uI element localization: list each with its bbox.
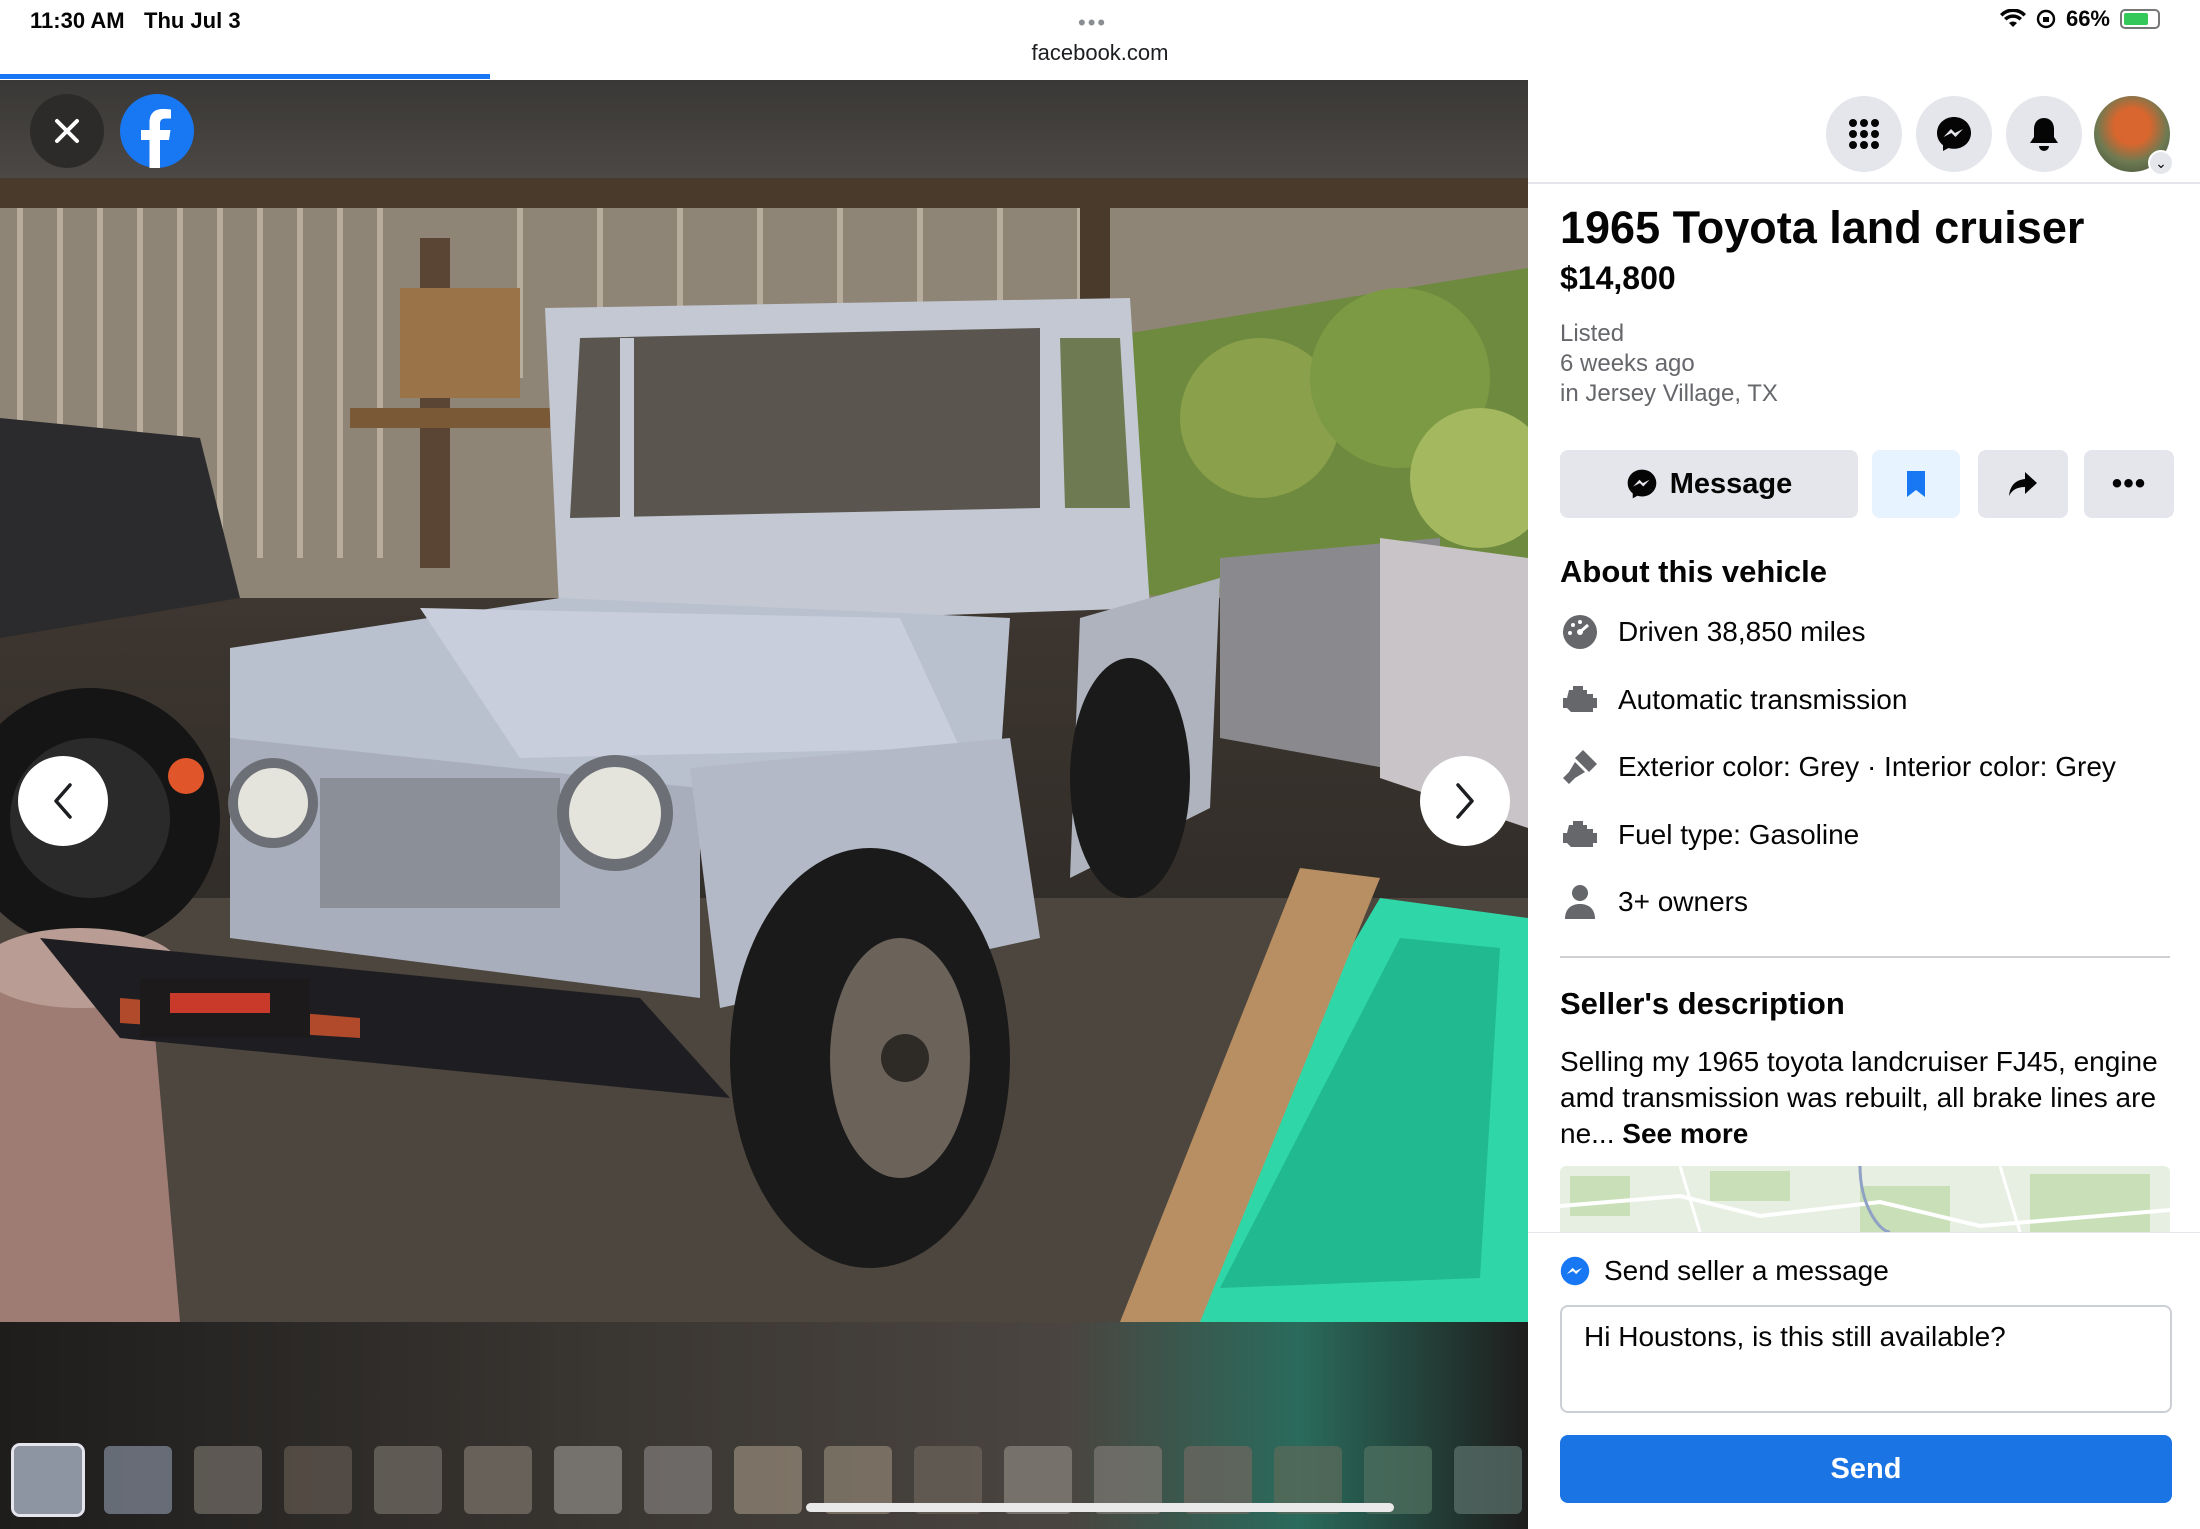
seller-description-heading: Seller's description (1560, 986, 1845, 1021)
page-load-progress (0, 74, 490, 79)
share-icon (2009, 472, 2037, 496)
chevron-right-icon (1456, 783, 1474, 819)
photo-thumbnail[interactable] (284, 1446, 352, 1514)
next-photo-button[interactable] (1420, 756, 1510, 846)
listing-actions: Message ••• (1560, 450, 2174, 518)
vehicle-photo-illustration (0, 178, 1528, 1322)
engine-icon (1560, 815, 1600, 855)
person-icon (1560, 882, 1600, 922)
more-options-button[interactable]: ••• (2084, 450, 2174, 518)
listing-photo (0, 178, 1528, 1322)
messenger-icon (1560, 1256, 1590, 1286)
photo-thumbnail[interactable] (374, 1446, 442, 1514)
share-button[interactable] (1978, 450, 2068, 518)
grid-icon (1849, 119, 1879, 149)
detail-fuel: Fuel type: Gasoline (1560, 815, 1859, 855)
listing-price: $14,800 (1560, 260, 1676, 296)
location-map[interactable] (1560, 1166, 2170, 1232)
speedometer-icon (1560, 612, 1600, 652)
message-button[interactable]: Message (1560, 450, 1858, 518)
more-icon: ••• (2111, 467, 2147, 500)
photo-thumbnail[interactable] (734, 1446, 802, 1514)
section-divider (1560, 956, 2170, 958)
address-bar-url[interactable]: facebook.com (0, 40, 2200, 66)
photo-thumbnail[interactable] (644, 1446, 712, 1514)
map-illustration (1560, 1166, 2170, 1232)
detail-transmission: Automatic transmission (1560, 680, 1907, 720)
wifi-icon (1999, 9, 2026, 27)
about-vehicle-heading: About this vehicle (1560, 554, 1827, 589)
message-button-label: Message (1669, 467, 1793, 500)
status-bar: 11:30 AM Thu Jul 3 ••• facebook.com 66% (0, 0, 2200, 80)
send-button[interactable]: Send (1560, 1435, 2172, 1503)
messenger-icon (1627, 469, 1657, 499)
send-seller-label: Send seller a message (1560, 1255, 1889, 1287)
status-indicators: 66% (1999, 6, 2160, 32)
listing-title: 1965 Toyota land cruiser (1560, 202, 2085, 253)
chevron-down-icon[interactable]: ⌄ (2148, 150, 2174, 176)
viewer-top-bar (0, 80, 1528, 178)
battery-percent: 66% (2065, 6, 2110, 31)
status-time: 11:30 AM (30, 8, 125, 33)
listing-panel: ⌄ 1965 Toyota land cruiser $14,800 Liste… (1528, 80, 2200, 1529)
messenger-button[interactable] (1916, 96, 1992, 172)
photo-viewer (0, 80, 1528, 1529)
notifications-button[interactable] (2006, 96, 2082, 172)
engine-icon (1560, 680, 1600, 720)
battery-icon (2120, 9, 2160, 29)
top-navigation: ⌄ (1528, 80, 2200, 184)
see-more-link[interactable]: See more (1622, 1118, 1748, 1149)
send-seller-text: Send seller a message (1604, 1255, 1889, 1286)
close-viewer-button[interactable] (30, 94, 104, 168)
photo-thumbnail[interactable] (464, 1446, 532, 1514)
photo-thumbnail[interactable] (104, 1446, 172, 1514)
photo-thumbnail[interactable] (194, 1446, 262, 1514)
messenger-icon (1937, 117, 1971, 151)
status-date: Thu Jul 3 (144, 8, 241, 33)
detail-color: Exterior color: Grey · Interior color: G… (1560, 747, 2116, 787)
listed-label: Listed (1560, 320, 1625, 347)
seller-description: Selling my 1965 toyota landcruiser FJ45,… (1560, 1044, 2175, 1152)
menu-grid-button[interactable] (1826, 96, 1902, 172)
detail-text: 3+ owners (1618, 886, 1748, 917)
profile-avatar[interactable]: ⌄ (2094, 96, 2174, 176)
detail-text: Automatic transmission (1618, 684, 1908, 715)
previous-photo-button[interactable] (18, 756, 108, 846)
save-button[interactable] (1872, 450, 1960, 518)
bookmark-icon (1907, 471, 1925, 497)
photo-thumbnail[interactable] (1454, 1446, 1522, 1514)
listed-time: 6 weeks ago (1560, 350, 1695, 377)
detail-owners: 3+ owners (1560, 882, 1748, 922)
facebook-logo-icon (141, 109, 171, 168)
detail-text: Fuel type: Gasoline (1618, 819, 1860, 850)
photo-thumbnail[interactable] (11, 1443, 85, 1517)
detail-text: Driven 38,850 miles (1618, 616, 1866, 647)
listing-location[interactable]: in Jersey Village, TX (1560, 380, 1778, 408)
message-input[interactable]: Hi Houstons, is this still available? (1560, 1305, 2172, 1413)
message-composer: Send seller a message Hi Houstons, is th… (1528, 1232, 2200, 1529)
detail-text: Exterior color: Grey · Interior color: G… (1618, 751, 2116, 782)
chevron-left-icon (54, 783, 72, 819)
photo-thumbnail[interactable] (554, 1446, 622, 1514)
close-icon (55, 119, 79, 143)
home-indicator (806, 1503, 1394, 1512)
browser-menu-dots[interactable]: ••• (1078, 10, 1107, 36)
facebook-logo-button[interactable] (120, 94, 194, 168)
bell-icon (2030, 118, 2058, 151)
orientation-lock-icon (2036, 9, 2056, 29)
paint-icon (1560, 747, 1600, 787)
detail-mileage: Driven 38,850 miles (1560, 612, 1865, 652)
